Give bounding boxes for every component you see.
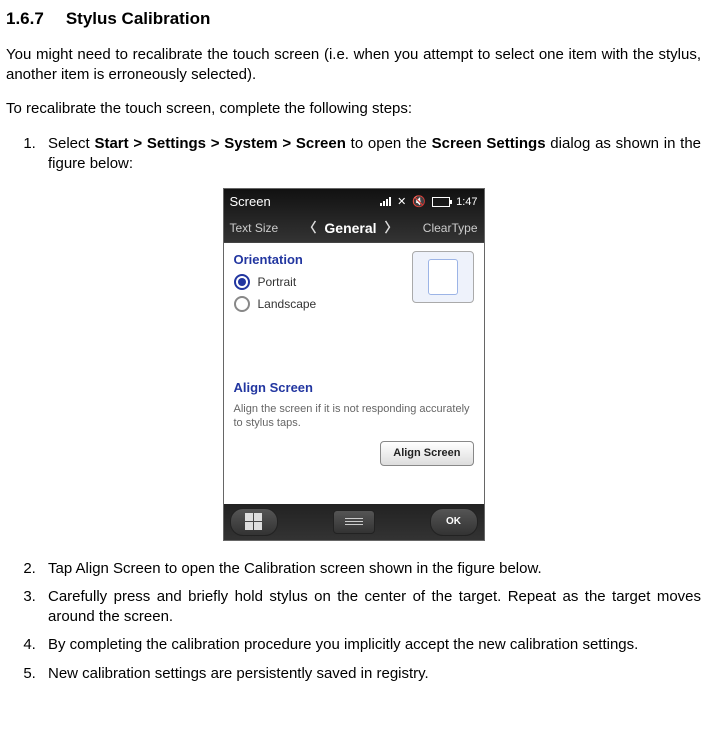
step-3: Carefully press and briefly hold stylus … — [40, 587, 701, 628]
signal-icon — [380, 197, 391, 206]
section-number: 1.6.7 — [6, 8, 44, 31]
status-icons: ✕ 🔇 1:47 — [380, 195, 477, 210]
battery-icon — [432, 197, 450, 207]
radio-landscape-label: Landscape — [258, 296, 317, 312]
step-1-path: Start > Settings > System > Screen — [94, 135, 345, 152]
align-screen-header: Align Screen — [234, 379, 474, 397]
windows-icon — [245, 513, 262, 530]
step-4: By completing the calibration procedure … — [40, 635, 701, 655]
steps-list: Select Start > Settings > System > Scree… — [6, 134, 701, 175]
speaker-icon: 🔇 — [412, 195, 426, 210]
bottom-bar: OK — [224, 504, 484, 540]
ok-label: OK — [446, 515, 461, 529]
antenna-icon: ✕ — [397, 195, 406, 210]
orientation-preview — [412, 251, 474, 303]
radio-landscape[interactable]: Landscape — [234, 296, 404, 312]
clock-time: 1:47 — [456, 195, 477, 210]
step-1: Select Start > Settings > System > Scree… — [40, 134, 701, 175]
intro-paragraph-2: To recalibrate the touch screen, complet… — [6, 99, 701, 119]
start-button[interactable] — [230, 508, 278, 536]
section-heading: 1.6.7 Stylus Calibration — [6, 8, 701, 31]
screenshot-figure: Screen ✕ 🔇 1:47 Text Size 〈 General 〉 Cl… — [6, 188, 701, 540]
radio-selected-icon — [234, 274, 250, 290]
align-screen-button[interactable]: Align Screen — [380, 441, 473, 466]
tab-bar: Text Size 〈 General 〉 ClearType — [224, 215, 484, 243]
window-titlebar: Screen ✕ 🔇 1:47 — [224, 189, 484, 215]
keyboard-button[interactable] — [333, 510, 375, 534]
step-1-dialog: Screen Settings — [432, 135, 546, 152]
tab-text-size[interactable]: Text Size — [230, 220, 279, 236]
section-title: Stylus Calibration — [66, 9, 211, 28]
steps-list-continued: Tap Align Screen to open the Calibration… — [6, 559, 701, 684]
tab-general-group: 〈 General 〉 — [303, 219, 397, 238]
tab-general[interactable]: General — [324, 219, 376, 238]
radio-unselected-icon — [234, 296, 250, 312]
window-title: Screen — [230, 193, 271, 211]
chevron-right-icon[interactable]: 〉 — [385, 219, 398, 237]
tab-cleartype[interactable]: ClearType — [423, 220, 478, 236]
ok-button[interactable]: OK — [430, 508, 478, 536]
radio-portrait-label: Portrait — [258, 274, 297, 290]
device-preview-icon — [428, 259, 458, 295]
radio-portrait[interactable]: Portrait — [234, 274, 404, 290]
step-5: New calibration settings are persistentl… — [40, 664, 701, 684]
keyboard-icon — [345, 518, 363, 525]
intro-paragraph-1: You might need to recalibrate the touch … — [6, 45, 701, 86]
step-2: Tap Align Screen to open the Calibration… — [40, 559, 701, 579]
align-screen-text: Align the screen if it is not responding… — [234, 402, 474, 431]
step-1-mid: to open the — [346, 135, 432, 152]
chevron-left-icon[interactable]: 〈 — [303, 219, 316, 237]
device-frame: Screen ✕ 🔇 1:47 Text Size 〈 General 〉 Cl… — [223, 188, 485, 540]
screen-content: Orientation Portrait Landscape Align Scr… — [224, 243, 484, 504]
step-1-prefix: Select — [48, 135, 94, 152]
